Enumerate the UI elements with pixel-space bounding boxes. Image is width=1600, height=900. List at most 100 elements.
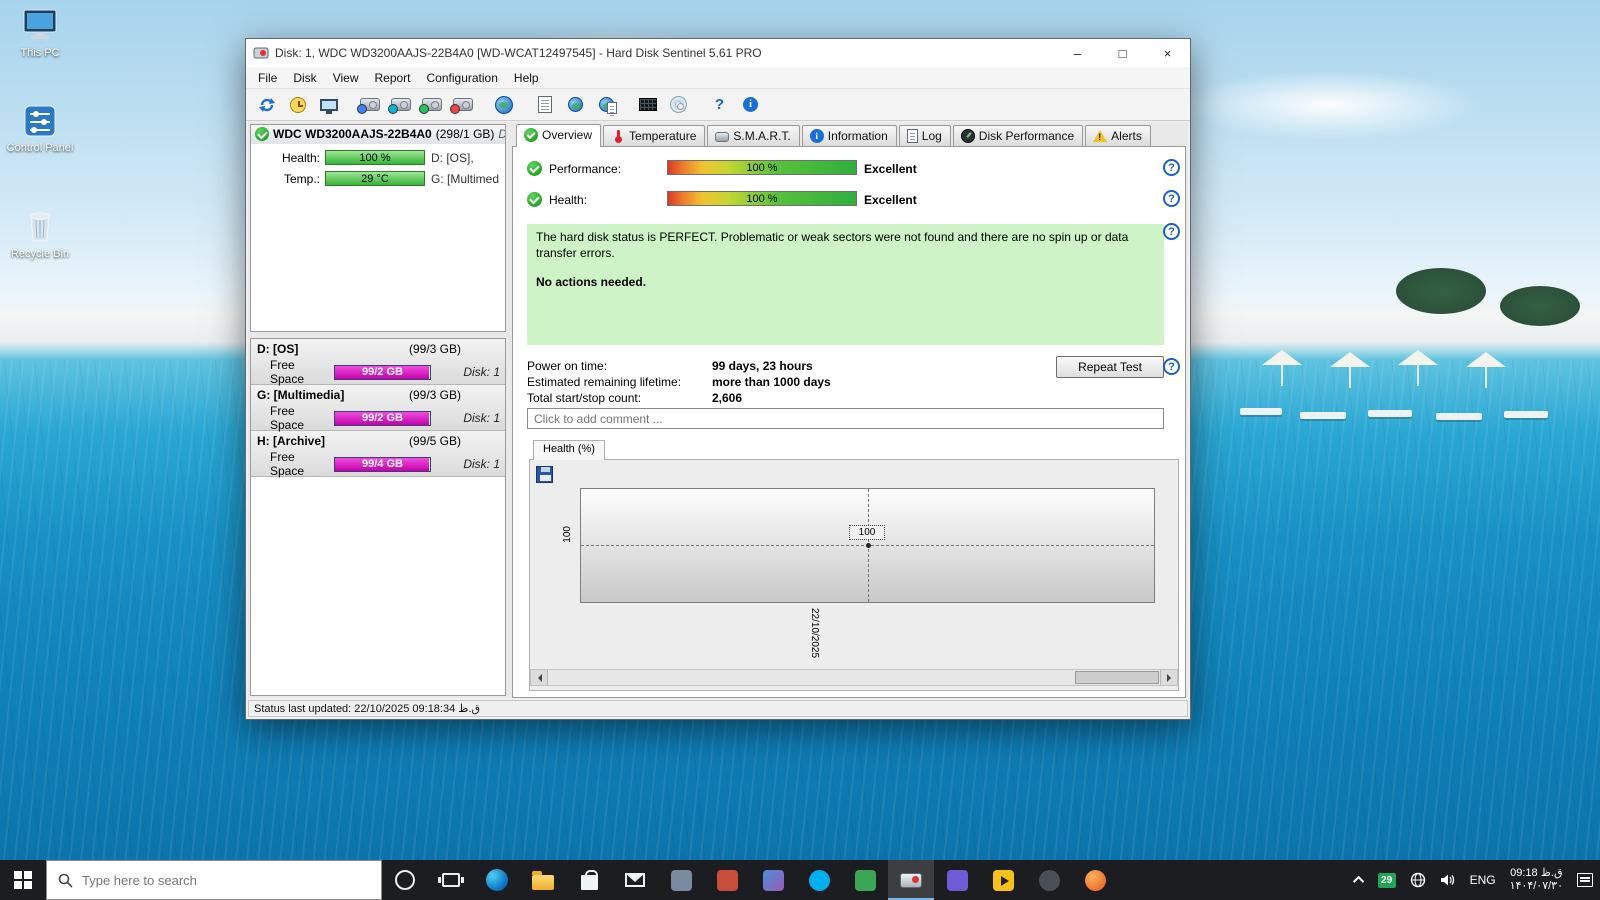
file-explorer-button[interactable] [520, 860, 566, 900]
tab-smart[interactable]: S.M.A.R.T. [707, 125, 799, 146]
health-label: Health: [251, 151, 325, 165]
volume-tray-button[interactable] [1433, 860, 1463, 900]
help-icon[interactable]: ? [1163, 358, 1180, 375]
status-action: No actions needed. [536, 275, 1155, 291]
repeat-test-button[interactable]: Repeat Test [1056, 356, 1164, 378]
health-chart: Health (%) 100 100 22/10/2025 [529, 440, 1179, 691]
burn-disc-button[interactable] [664, 91, 693, 118]
disk-list-item[interactable]: WDC WD3200AAJS-22B4A0 (298/1 GB) Dis [251, 125, 505, 144]
partition-item-h[interactable]: H: [Archive] (99/5 GB) Free Space 99/4 G… [251, 431, 505, 477]
title-bar[interactable]: Disk: 1, WDC WD3200AAJS-22B4A0 [WD-WCAT1… [246, 39, 1190, 67]
taskbar-search[interactable] [46, 860, 382, 900]
language-indicator[interactable]: ENG [1463, 860, 1503, 900]
thermometer-icon [611, 129, 625, 143]
menu-view[interactable]: View [325, 69, 367, 87]
menu-help[interactable]: Help [506, 69, 547, 87]
cortana-button[interactable] [382, 860, 428, 900]
desktop-icon-this-pc[interactable]: This PC [0, 8, 80, 59]
chart-scrollbar[interactable] [530, 669, 1178, 686]
tab-temperature[interactable]: Temperature [603, 125, 705, 146]
tray-chevron-button[interactable] [1349, 860, 1371, 900]
save-chart-icon[interactable] [536, 466, 553, 483]
app-button-1[interactable] [658, 860, 704, 900]
globe-icon [495, 96, 513, 114]
scroll-right-button[interactable] [1160, 670, 1177, 685]
comment-input[interactable] [527, 408, 1164, 429]
app-button-8[interactable] [1072, 860, 1118, 900]
free-space-label: Free Space [270, 358, 330, 386]
temperature-badge: 29 [1378, 873, 1396, 888]
send-report-button[interactable] [561, 91, 590, 118]
desktop-icon-control-panel[interactable]: Control Panel [0, 103, 80, 154]
app-button-7[interactable] [1026, 860, 1072, 900]
tab-overview[interactable]: Overview [516, 124, 601, 147]
surface-test-button[interactable] [633, 91, 662, 118]
help-icon[interactable]: ? [1163, 159, 1180, 176]
menu-disk[interactable]: Disk [285, 69, 324, 87]
partition-size: (99/5 GB) [409, 434, 461, 448]
report-button[interactable] [530, 91, 559, 118]
disk-short-test-button[interactable] [386, 91, 415, 118]
start-stop-count-value: 2,606 [712, 391, 742, 405]
recycle-bin-icon [22, 205, 58, 245]
maximize-button[interactable]: □ [1100, 39, 1145, 67]
detect-disks-button[interactable] [314, 91, 343, 118]
disk-extended-test-button[interactable] [417, 91, 446, 118]
store-button[interactable] [566, 860, 612, 900]
app-button-2[interactable] [704, 860, 750, 900]
desktop-icon-recycle-bin[interactable]: Recycle Bin [0, 205, 80, 260]
close-button[interactable]: × [1145, 39, 1190, 67]
app-button-4[interactable] [796, 860, 842, 900]
partition-name: H: [Archive] [257, 434, 325, 448]
sentinel-tray-button[interactable]: 29 [1371, 860, 1403, 900]
app-button-6[interactable] [934, 860, 980, 900]
app-button-3[interactable] [750, 860, 796, 900]
tab-information[interactable]: Information [802, 125, 897, 146]
menu-report[interactable]: Report [366, 69, 418, 87]
about-button[interactable] [736, 91, 765, 118]
task-view-button[interactable] [428, 860, 474, 900]
action-center-button[interactable] [1570, 860, 1600, 900]
scrollbar-thumb[interactable] [1075, 671, 1159, 684]
desktop-icon-label: Control Panel [7, 142, 74, 154]
network-tray-button[interactable] [1403, 860, 1433, 900]
toolbar: ? [246, 88, 1190, 121]
arrow-left-icon [534, 674, 542, 682]
disk-quick-test-button[interactable] [355, 91, 384, 118]
partition-item-g[interactable]: G: [Multimedia] (99/3 GB) Free Space 99/… [251, 385, 505, 431]
mail-button[interactable] [612, 860, 658, 900]
network-status-button[interactable] [489, 91, 518, 118]
menu-file[interactable]: File [250, 69, 285, 87]
schedule-alert-button[interactable] [283, 91, 312, 118]
disk-seek-test-icon [453, 98, 473, 111]
free-space-bar: 99/2 GB [334, 411, 431, 426]
app-icon [717, 870, 738, 891]
performance-rating: Excellent [864, 162, 917, 176]
help-icon[interactable]: ? [1163, 190, 1180, 207]
help-button[interactable]: ? [705, 91, 734, 118]
disk-panel: WDC WD3200AAJS-22B4A0 (298/1 GB) Dis Hea… [250, 124, 506, 332]
scroll-left-button[interactable] [531, 670, 548, 685]
tab-log[interactable]: Log [899, 125, 951, 146]
media-player-button[interactable] [980, 860, 1026, 900]
clock-alert-icon [290, 97, 306, 113]
sun-lounger [1240, 408, 1282, 415]
edge-button[interactable] [474, 860, 520, 900]
hard-disk-sentinel-taskbar-button[interactable] [888, 860, 934, 900]
disk-seek-test-button[interactable] [448, 91, 477, 118]
chart-tab-health[interactable]: Health (%) [533, 440, 605, 460]
start-button[interactable] [0, 860, 46, 900]
sun-lounger [1504, 411, 1548, 418]
save-report-button[interactable] [592, 91, 621, 118]
refresh-button[interactable] [252, 91, 281, 118]
tab-alerts[interactable]: Alerts [1085, 125, 1151, 146]
help-icon[interactable]: ? [1163, 223, 1180, 240]
minimize-button[interactable]: – [1055, 39, 1100, 67]
tab-disk-performance[interactable]: Disk Performance [953, 125, 1083, 146]
clock[interactable]: 09:18 ق.ظ ۱۴۰۴/۰۷/۳۰ [1503, 860, 1570, 900]
search-input[interactable] [82, 873, 370, 888]
app-button-5[interactable] [842, 860, 888, 900]
partition-item-d[interactable]: D: [OS] (99/3 GB) Free Space 99/2 GB Dis… [251, 339, 505, 385]
menu-configuration[interactable]: Configuration [419, 69, 506, 87]
menu-bar: File Disk View Report Configuration Help [246, 67, 1190, 88]
